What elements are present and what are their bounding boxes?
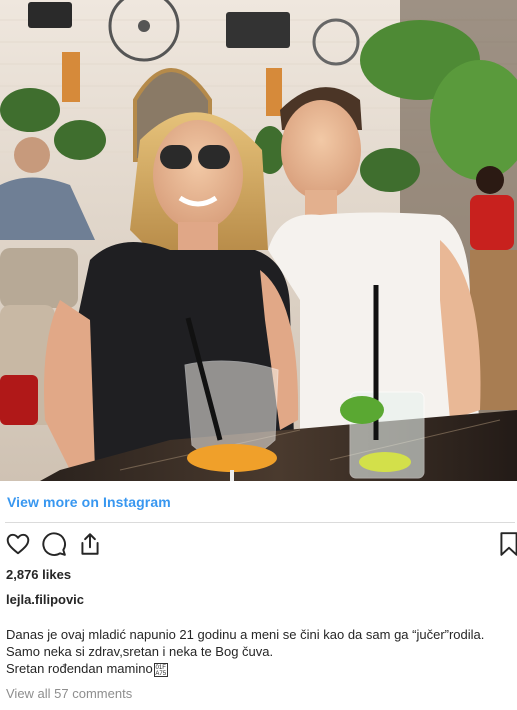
- divider: [5, 522, 515, 523]
- username[interactable]: lejla.filipovic: [6, 592, 84, 607]
- emoji-icon: 01F A75: [153, 662, 168, 677]
- share-icon[interactable]: [77, 531, 105, 559]
- view-more-link[interactable]: View more on Instagram: [7, 494, 171, 510]
- bookmark-icon[interactable]: [498, 531, 517, 559]
- action-bar: [5, 531, 517, 559]
- view-comments-link[interactable]: View all 57 comments: [6, 686, 132, 701]
- caption-line: Danas je ovaj mladić napunio 21 godinu a…: [6, 627, 485, 642]
- heart-icon[interactable]: [5, 531, 33, 559]
- post-photo-image: [0, 0, 517, 481]
- post-caption: Danas je ovaj mladić napunio 21 godinu a…: [6, 626, 514, 677]
- post-photo[interactable]: [0, 0, 517, 481]
- caption-line: Sretan rođendan mamino 01F A75: [6, 660, 514, 677]
- caption-text: Sretan rođendan mamino: [6, 661, 153, 676]
- comment-icon[interactable]: [41, 531, 69, 559]
- caption-line: Samo neka si zdrav,sretan i neka te Bog …: [6, 644, 274, 659]
- likes-count[interactable]: 2,876 likes: [6, 567, 71, 582]
